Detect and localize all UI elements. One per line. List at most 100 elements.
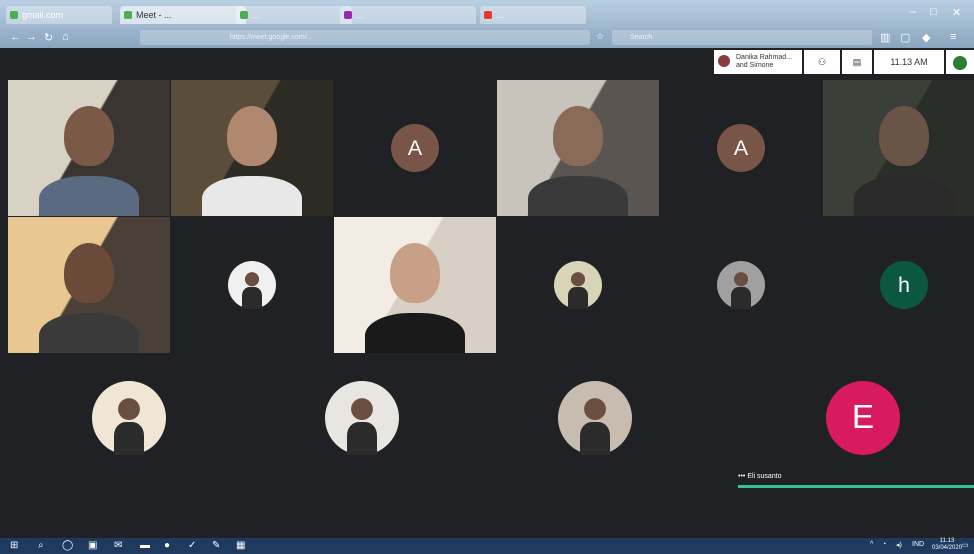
taskbar-clock[interactable]: 11.13 03/04/2020	[932, 538, 962, 552]
participant-tile[interactable]	[48, 366, 210, 470]
photo-figure	[242, 287, 262, 309]
chat-button[interactable]: ▤	[842, 50, 872, 74]
tab-gmail[interactable]: gmail.com	[6, 6, 112, 24]
participant-tile[interactable]	[334, 217, 496, 353]
participant-tile[interactable]: E	[782, 366, 944, 470]
home-icon[interactable]: ⌂	[62, 31, 69, 43]
clock-chip: 11.13 AM	[874, 50, 944, 74]
tab-meet[interactable]: Meet - ...	[120, 6, 246, 24]
participant-tile[interactable]	[171, 80, 333, 216]
tab-label: ...	[252, 10, 260, 20]
sidebar-icon[interactable]: ▢	[900, 31, 910, 44]
participant-initial-avatar: A	[717, 124, 765, 172]
participant-photo-avatar	[228, 261, 276, 309]
meet-bottom-strip	[0, 488, 974, 538]
participant-tile[interactable]	[281, 366, 443, 470]
video-person-head	[553, 106, 603, 166]
tab-label: gmail.com	[22, 10, 64, 20]
account-button[interactable]	[946, 50, 974, 74]
windows-taskbar: ⊞ ⌕ ◯ ▣ ✉ ▬ ● ✓ ✎ ▦ ^ ◔ ◂) IND 11.13 03/…	[0, 538, 974, 554]
clock-date: 03/04/2020	[932, 545, 963, 551]
participant-tile[interactable]	[497, 80, 659, 216]
explorer-icon[interactable]: ▬	[140, 540, 150, 551]
participant-tile[interactable]	[497, 217, 659, 353]
video-person-head	[64, 106, 114, 166]
participant-initial-avatar: h	[880, 261, 928, 309]
tab-2[interactable]: ...	[236, 6, 352, 24]
video-person-body	[202, 176, 302, 216]
participant-tile[interactable]	[660, 217, 822, 353]
account-avatar-icon	[953, 55, 967, 70]
video-person-body	[854, 176, 954, 216]
tab-favicon-icon	[124, 11, 132, 19]
meeting-time: 11.13 AM	[890, 57, 928, 67]
video-person-body	[528, 176, 628, 216]
presenter-sub: and Simone	[736, 62, 774, 69]
address-bar[interactable]: https://meet.google.com/...	[140, 30, 590, 45]
photo-figure	[568, 287, 588, 309]
spreadsheet-icon[interactable]: ▦	[236, 540, 245, 551]
network-icon[interactable]: ◔	[882, 541, 886, 548]
participant-tile[interactable]	[8, 217, 170, 353]
participant-tile[interactable]	[823, 80, 974, 216]
chat-icon: ▤	[852, 57, 862, 67]
back-icon[interactable]: ←	[10, 31, 21, 43]
tray-up-icon[interactable]: ^	[870, 541, 873, 548]
extension-icon[interactable]: ◆	[922, 31, 930, 44]
check-icon[interactable]: ✓	[188, 540, 196, 551]
address-text: https://meet.google.com/...	[230, 34, 313, 41]
video-person-body	[365, 313, 465, 353]
reload-icon[interactable]: ↻	[44, 31, 53, 44]
photo-figure	[731, 287, 751, 309]
participant-tile[interactable]: A	[660, 80, 822, 216]
participant-photo-avatar	[717, 261, 765, 309]
volume-icon[interactable]: ◂)	[896, 541, 902, 549]
minimize-icon[interactable]: –	[910, 6, 916, 18]
windows-start-icon[interactable]: ⊞	[10, 540, 18, 551]
active-speaker-label: ••• Eli susanto	[738, 470, 974, 484]
maximize-icon[interactable]: □	[930, 6, 937, 18]
clock-time: 11.13	[939, 538, 955, 544]
notifications-icon[interactable]: ▭	[962, 541, 969, 549]
participant-tile[interactable]	[514, 366, 676, 470]
participant-tile[interactable]: A	[334, 80, 496, 216]
video-person-head	[227, 106, 277, 166]
presenter-name: Danika Rahmad...	[736, 54, 793, 61]
tab-favicon-icon	[10, 11, 18, 19]
photo-figure	[347, 421, 377, 455]
people-icon: ⚇	[817, 57, 827, 67]
participant-tile[interactable]: h	[823, 217, 974, 353]
participant-photo-avatar	[325, 381, 399, 455]
mail-icon[interactable]: ✉	[114, 540, 122, 551]
photo-figure	[114, 421, 144, 455]
meet-call: Danika Rahmad... and Simone ⚇ ▤ 11.13 AM…	[0, 48, 974, 538]
search-icon[interactable]: ⌕	[38, 540, 44, 551]
participant-photo-avatar	[92, 381, 166, 455]
close-icon[interactable]: ✕	[952, 6, 961, 19]
bookmark-icon[interactable]: ☆	[596, 31, 604, 42]
participant-tile[interactable]	[8, 80, 170, 216]
tab-label: Meet - ...	[136, 10, 172, 20]
video-person-body	[39, 176, 139, 216]
search-box[interactable]: Search	[612, 30, 872, 45]
active-speaker-name: Eli susanto	[747, 473, 782, 480]
language-indicator[interactable]: IND	[912, 541, 924, 548]
browser-tab-bar: gmail.com Meet - ... ... ... ... – □ ✕	[0, 0, 974, 28]
participant-initial-avatar: E	[826, 381, 900, 455]
participant-tile[interactable]	[171, 217, 333, 353]
menu-icon[interactable]: ≡	[950, 31, 956, 43]
task-view-icon[interactable]: ◯	[62, 540, 73, 551]
forward-icon[interactable]: →	[26, 31, 37, 43]
library-icon[interactable]: ▥	[880, 31, 890, 44]
tab-4[interactable]: ...	[480, 6, 586, 24]
tab-3[interactable]: ...	[340, 6, 476, 24]
store-icon[interactable]: ▣	[88, 540, 97, 551]
video-person-head	[64, 243, 114, 303]
firefox-icon[interactable]: ●	[164, 540, 170, 551]
pen-icon[interactable]: ✎	[212, 540, 220, 551]
speaker-indicator	[738, 485, 974, 488]
participants-button[interactable]: ⚇	[804, 50, 840, 74]
speaker-dots-icon: •••	[738, 473, 746, 480]
presenter-chip[interactable]: Danika Rahmad... and Simone	[714, 50, 802, 74]
participant-photo-avatar	[558, 381, 632, 455]
